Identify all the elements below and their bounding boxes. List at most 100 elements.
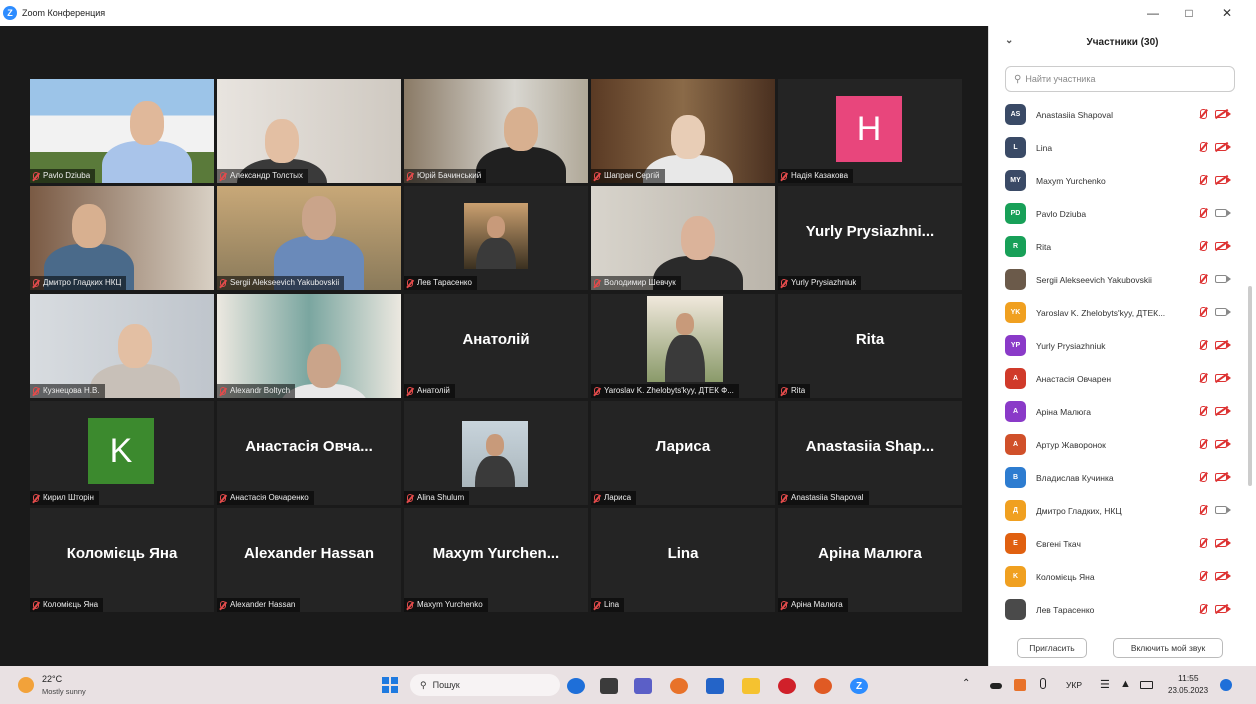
participant-tile[interactable]: K Кирил Шторін [30,401,214,505]
camera-off-icon[interactable] [1215,572,1231,580]
muted-mic-icon[interactable] [1200,538,1207,548]
participant-tile[interactable]: Коломієць Яна Коломієць Яна [30,508,214,612]
muted-mic-icon[interactable] [1200,307,1207,317]
participant-row[interactable]: AS Anastasiia Shapoval [1005,98,1241,131]
task-view-icon[interactable] [600,678,618,694]
participant-tile[interactable]: Yurly Prysiazhni... Yurly Prysiazhniuk [778,186,962,290]
participant-tile[interactable]: Alexander Hassan Alexander Hassan [217,508,401,612]
onedrive-icon[interactable] [990,683,1002,689]
maximize-icon[interactable]: □ [1170,0,1208,26]
camera-on-icon[interactable] [1215,506,1231,514]
participant-tile[interactable]: Александр Толстых [217,79,401,183]
camera-off-icon[interactable] [1215,242,1231,250]
battery-icon[interactable] [1140,681,1153,689]
clock-date[interactable]: 23.05.2023 [1168,686,1208,695]
collapse-chevron-icon[interactable]: ⌄ [1005,35,1013,46]
participant-tile[interactable]: Лариса Лариса [591,401,775,505]
camera-off-icon[interactable] [1215,374,1231,382]
volume-icon[interactable]: ▲ [1120,678,1131,690]
participant-tile[interactable]: Maxym Yurchen... Maxym Yurchenko [404,508,588,612]
camera-off-icon[interactable] [1215,407,1231,415]
muted-mic-icon[interactable] [1200,571,1207,581]
participant-row[interactable]: A Аріна Малюга [1005,395,1241,428]
participant-row[interactable]: Д Дмитро Гладких, НКЦ [1005,494,1241,527]
participant-row[interactable]: MY Maxym Yurchenko [1005,164,1241,197]
participant-tile[interactable]: Анатолій Анатолій [404,294,588,398]
participant-tile[interactable]: Аріна Малюга Аріна Малюга [778,508,962,612]
tray-chevron-icon[interactable]: ⌃ [962,678,970,689]
camera-off-icon[interactable] [1215,605,1231,613]
muted-mic-icon[interactable] [1200,439,1207,449]
participant-tile[interactable]: Кузнецова Н.В. [30,294,214,398]
zoom-taskbar-icon[interactable]: Z [850,678,868,694]
camera-on-icon[interactable] [1215,308,1231,316]
camera-off-icon[interactable] [1215,440,1231,448]
language-indicator[interactable]: УКР [1066,680,1082,690]
participant-tile[interactable]: Анастасія Овча... Анастасія Овчаренко [217,401,401,505]
muted-mic-icon[interactable] [1200,142,1207,152]
participant-tile[interactable]: Шапран Сергій [591,79,775,183]
participant-tile[interactable]: Anastasiia Shap... Anastasiia Shapoval [778,401,962,505]
participant-tile[interactable]: Yaroslav K. Zhelobyts'kyy, ДТЕК Ф... [591,294,775,398]
participant-row[interactable]: PD Pavlo Dziuba [1005,197,1241,230]
muted-mic-icon[interactable] [1200,604,1207,614]
opera-icon[interactable] [778,678,796,694]
muted-mic-icon[interactable] [1200,241,1207,251]
participant-row[interactable]: K Коломієць Яна [1005,560,1241,593]
remote-desktop-icon[interactable] [706,678,724,694]
camera-off-icon[interactable] [1215,539,1231,547]
camera-off-icon[interactable] [1215,110,1231,118]
tray-app-icon[interactable] [1014,679,1026,691]
participant-tile[interactable]: Alexandr Boltych [217,294,401,398]
notification-badge-icon[interactable] [1220,679,1232,691]
camera-off-icon[interactable] [1215,143,1231,151]
invite-button[interactable]: Пригласить [1017,638,1087,658]
participant-tile[interactable]: Rita Rita [778,294,962,398]
participant-tile[interactable]: Sergii Alekseevich Yakubovskii [217,186,401,290]
participant-row[interactable]: Лев Тарасенко [1005,593,1241,626]
taskbar-search-box[interactable]: ⚲ Пошук [410,674,560,696]
participant-tile[interactable]: Лев Тарасенко [404,186,588,290]
muted-mic-icon[interactable] [1200,406,1207,416]
camera-off-icon[interactable] [1215,341,1231,349]
participant-tile[interactable]: Lina Lina [591,508,775,612]
participant-tile[interactable]: Alina Shulum [404,401,588,505]
teams-chat-icon[interactable] [634,678,652,694]
minimize-icon[interactable]: — [1134,0,1172,26]
camera-on-icon[interactable] [1215,275,1231,283]
bing-chat-icon[interactable] [567,678,585,694]
muted-mic-icon[interactable] [1200,175,1207,185]
participant-row[interactable]: YP Yurly Prysiazhniuk [1005,329,1241,362]
participant-row[interactable]: R Rita [1005,230,1241,263]
muted-mic-icon[interactable] [1200,208,1207,218]
microphone-tray-icon[interactable] [1040,678,1046,689]
participant-row[interactable]: B Владислав Кучинка [1005,461,1241,494]
start-windows-icon[interactable] [382,677,398,693]
participant-row[interactable]: E Євгені Ткач [1005,527,1241,560]
participant-search-input[interactable]: ⚲ Найти участника [1005,66,1235,92]
participant-tile[interactable]: Дмитро Гладких НКЦ [30,186,214,290]
muted-mic-icon[interactable] [1200,109,1207,119]
participant-row[interactable]: Sergii Alekseevich Yakubovskii [1005,263,1241,296]
participant-row[interactable]: L Lina [1005,131,1241,164]
weather-sun-icon[interactable] [18,677,34,693]
file-explorer-icon[interactable] [742,678,760,694]
participant-tile[interactable]: Володимир Шевчук [591,186,775,290]
muted-mic-icon[interactable] [1200,274,1207,284]
camera-off-icon[interactable] [1215,473,1231,481]
participant-tile[interactable]: Pavlo Dziuba [30,79,214,183]
clock-time[interactable]: 11:55 [1178,673,1199,683]
participant-row[interactable]: A Анастасія Овчарен [1005,362,1241,395]
app-icon[interactable] [814,678,832,694]
participant-tile[interactable]: H Надія Казакова [778,79,962,183]
muted-mic-icon[interactable] [1200,505,1207,515]
participant-scrollbar[interactable] [1248,286,1252,486]
participant-row[interactable]: A Артур Жаворонок [1005,428,1241,461]
camera-off-icon[interactable] [1215,176,1231,184]
wifi-icon[interactable]: ☰ [1100,678,1110,691]
muted-mic-icon[interactable] [1200,373,1207,383]
close-icon[interactable]: ✕ [1208,0,1246,26]
unmute-me-button[interactable]: Включить мой звук [1113,638,1223,658]
camera-on-icon[interactable] [1215,209,1231,217]
participant-row[interactable]: YK Yaroslav K. Zhelobyts'kyy, ДТЕК... [1005,296,1241,329]
